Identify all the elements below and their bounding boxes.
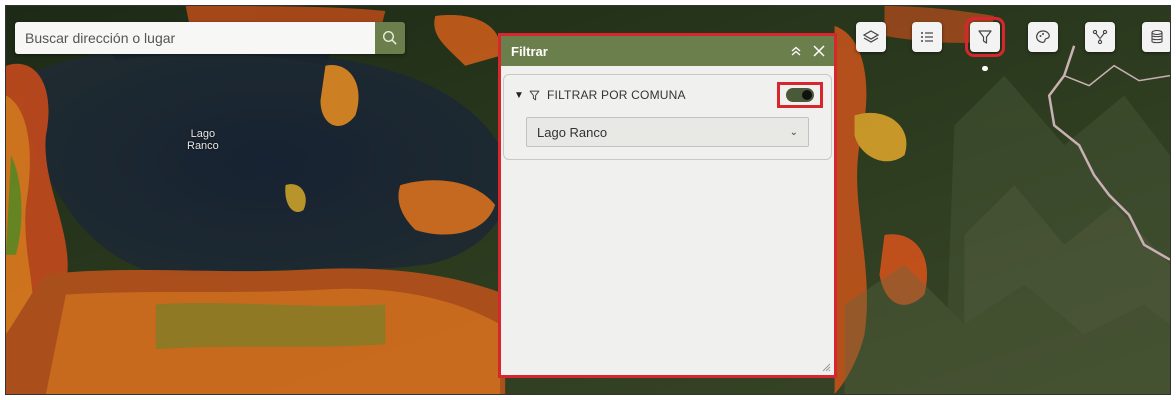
search-icon [382,30,397,45]
close-icon [813,45,825,57]
filter-icon [529,90,540,100]
search-input[interactable] [15,22,375,54]
filter-section-label: FILTRAR POR COMUNA [547,88,686,102]
network-tool-button[interactable] [1085,22,1115,52]
resize-handle-icon[interactable] [822,363,831,372]
filter-panel-header: Filtrar [501,36,834,66]
close-button[interactable] [812,44,826,58]
app-frame: Lago Ranco Filtrar [5,5,1171,395]
filter-tool-button[interactable] [965,17,1005,57]
panel-controls [790,44,826,58]
comuna-select[interactable]: Lago Ranco ⌄ [526,117,809,147]
network-icon [1092,29,1108,45]
search-button[interactable] [375,22,405,54]
caret-down-icon[interactable]: ▼ [514,90,528,101]
database-tool-button[interactable] [1142,22,1170,52]
toggle-knob [802,90,812,100]
database-icon [1151,29,1163,44]
layers-icon [862,30,880,43]
chevron-down-icon: ⌄ [789,126,798,138]
toggle-highlight [777,82,823,108]
filter-icon [978,30,992,44]
comuna-select-value: Lago Ranco [537,124,608,140]
palette-icon [1036,30,1050,43]
filter-panel-title: Filtrar [511,43,548,59]
double-chevron-up-icon [791,46,801,56]
filter-section-comuna: ▼ FILTRAR POR COMUNA Lago Ranco ⌄ [503,74,832,160]
legend-tool-button[interactable] [912,22,942,52]
filter-panel: Filtrar ▼ FILTRAR POR COMUNA Lago Ranco … [498,33,837,378]
search-bar [15,22,405,54]
active-tool-indicator [982,66,988,71]
layers-tool-button[interactable] [856,22,886,52]
collapse-button[interactable] [790,45,802,57]
filter-toggle-switch[interactable] [786,88,814,102]
palette-tool-button[interactable] [1028,22,1058,52]
map-label-text: Lago Ranco [187,128,219,152]
map-label-lago-ranco: Lago Ranco [187,128,219,152]
list-icon [921,32,933,42]
filter-section-header: ▼ FILTRAR POR COMUNA [514,82,823,108]
